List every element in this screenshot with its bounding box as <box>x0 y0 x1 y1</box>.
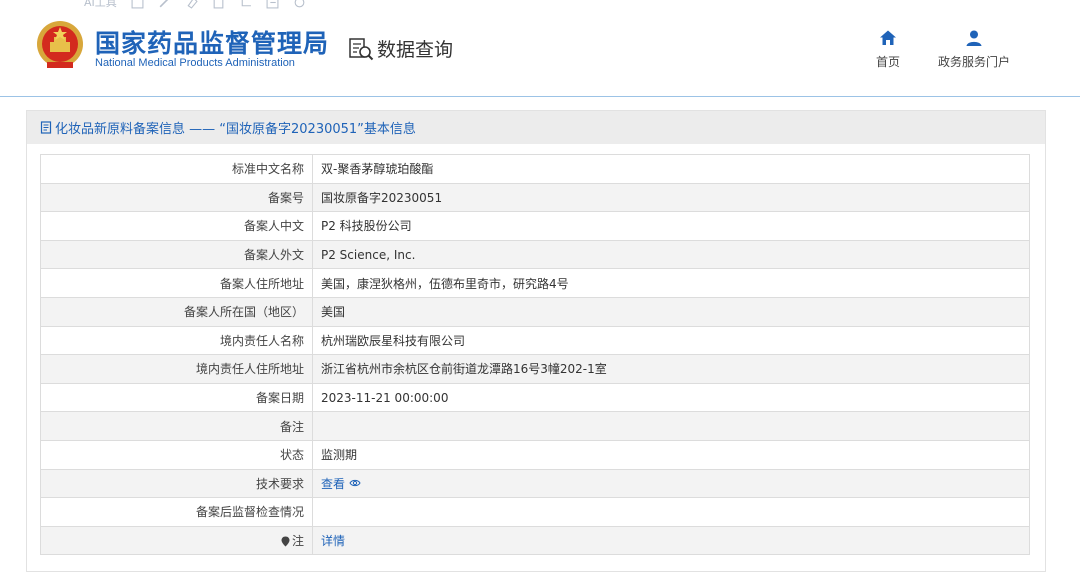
data-search-icon <box>349 37 374 60</box>
row-label: 标准中文名称 <box>40 154 313 184</box>
row-label: 技术要求 <box>40 468 313 499</box>
row-label: 备案人住所地址 <box>40 268 313 298</box>
row-label: 状态 <box>40 439 313 470</box>
table-row: 备案日期 2023-11-21 00:00:00 <box>40 382 1030 413</box>
record-panel: 化妆品新原料备案信息 —— “国妆原备字20230051”基本信息 标准中文名称… <box>26 110 1046 572</box>
national-emblem-icon <box>37 21 83 68</box>
row-value: 美国 <box>312 296 1030 327</box>
site-header: 国家药品监督管理局 National Medical Products Admi… <box>0 0 1080 97</box>
data-query-label: 数据查询 <box>377 39 454 61</box>
row-value <box>312 411 1030 441</box>
row-label: 注 <box>40 525 313 556</box>
table-row: 境内责任人名称 杭州瑞欧辰星科技有限公司 <box>40 325 1030 356</box>
row-label: 境内责任人住所地址 <box>40 354 313 384</box>
panel-header: 化妆品新原料备案信息 —— “国妆原备字20230051”基本信息 <box>27 111 1045 144</box>
table-row: 状态 监测期 <box>40 439 1030 470</box>
table-row: 注 详情 <box>40 525 1030 556</box>
row-label: 备案号 <box>40 182 313 213</box>
details-link[interactable]: 详情 <box>321 532 345 549</box>
table-row: 备案人所在国（地区） 美国 <box>40 296 1030 327</box>
row-value: P2 科技股份公司 <box>312 211 1030 241</box>
table-row: 境内责任人住所地址 浙江省杭州市余杭区仓前街道龙潭路16号3幢202-1室 <box>40 354 1030 384</box>
user-icon <box>966 30 982 46</box>
row-label: 备案日期 <box>40 382 313 413</box>
table-row: 备注 <box>40 411 1030 441</box>
row-value: 杭州瑞欧辰星科技有限公司 <box>312 325 1030 356</box>
row-value: 美国，康涅狄格州，伍德布里奇市，研究路4号 <box>312 268 1030 298</box>
row-label: 备注 <box>40 411 313 441</box>
row-value: 双-聚香茅醇琥珀酸酯 <box>312 154 1030 184</box>
nav-home-label: 首页 <box>876 55 901 69</box>
row-value: 国妆原备字20230051 <box>312 182 1030 213</box>
table-row: 备案人住所地址 美国，康涅狄格州，伍德布里奇市，研究路4号 <box>40 268 1030 298</box>
table-row: 备案人外文 P2 Science, Inc. <box>40 239 1030 270</box>
row-label: 备案后监督检查情况 <box>40 497 313 527</box>
row-label: 备案人所在国（地区） <box>40 296 313 327</box>
table-row: 备案号 国妆原备字20230051 <box>40 182 1030 213</box>
row-label: 备案人中文 <box>40 211 313 241</box>
view-tech-requirements-link[interactable]: 查看 <box>321 475 361 492</box>
record-info-table: 标准中文名称 双-聚香茅醇琥珀酸酯 备案号 国妆原备字20230051 备案人中文 P… <box>40 154 1030 556</box>
nav-service-portal[interactable]: 政务服务门户 <box>938 29 1010 70</box>
panel-title: 化妆品新原料备案信息 —— “国妆原备字20230051”基本信息 <box>55 122 416 137</box>
org-name-english: National Medical Products Administration <box>95 57 295 69</box>
row-value: P2 Science, Inc. <box>312 239 1030 270</box>
row-value: 2023-11-21 00:00:00 <box>312 382 1030 413</box>
row-label: 备案人外文 <box>40 239 313 270</box>
document-list-icon <box>40 121 52 134</box>
org-name-chinese: 国家药品监督管理局 <box>95 29 330 58</box>
note-label: 注 <box>291 534 304 549</box>
row-value <box>312 497 1030 527</box>
table-row: 备案人中文 P2 科技股份公司 <box>40 211 1030 241</box>
pin-icon <box>281 534 292 548</box>
row-value: 监测期 <box>312 439 1030 470</box>
table-row: 备案后监督检查情况 <box>40 497 1030 527</box>
nav-service-portal-label: 政务服务门户 <box>938 55 1011 69</box>
home-icon <box>880 30 896 45</box>
row-value: 详情 <box>312 525 1030 556</box>
view-link-label: 查看 <box>321 476 346 491</box>
eye-icon <box>349 480 361 487</box>
row-value: 浙江省杭州市余杭区仓前街道龙潭路16号3幢202-1室 <box>312 354 1030 384</box>
nav-home[interactable]: 首页 <box>876 29 900 70</box>
table-row: 技术要求 查看 <box>40 468 1030 499</box>
row-label: 境内责任人名称 <box>40 325 313 356</box>
data-query-title: 数据查询 <box>348 35 453 62</box>
row-value: 查看 <box>312 468 1030 499</box>
table-row: 标准中文名称 双-聚香茅醇琥珀酸酯 <box>40 154 1030 184</box>
